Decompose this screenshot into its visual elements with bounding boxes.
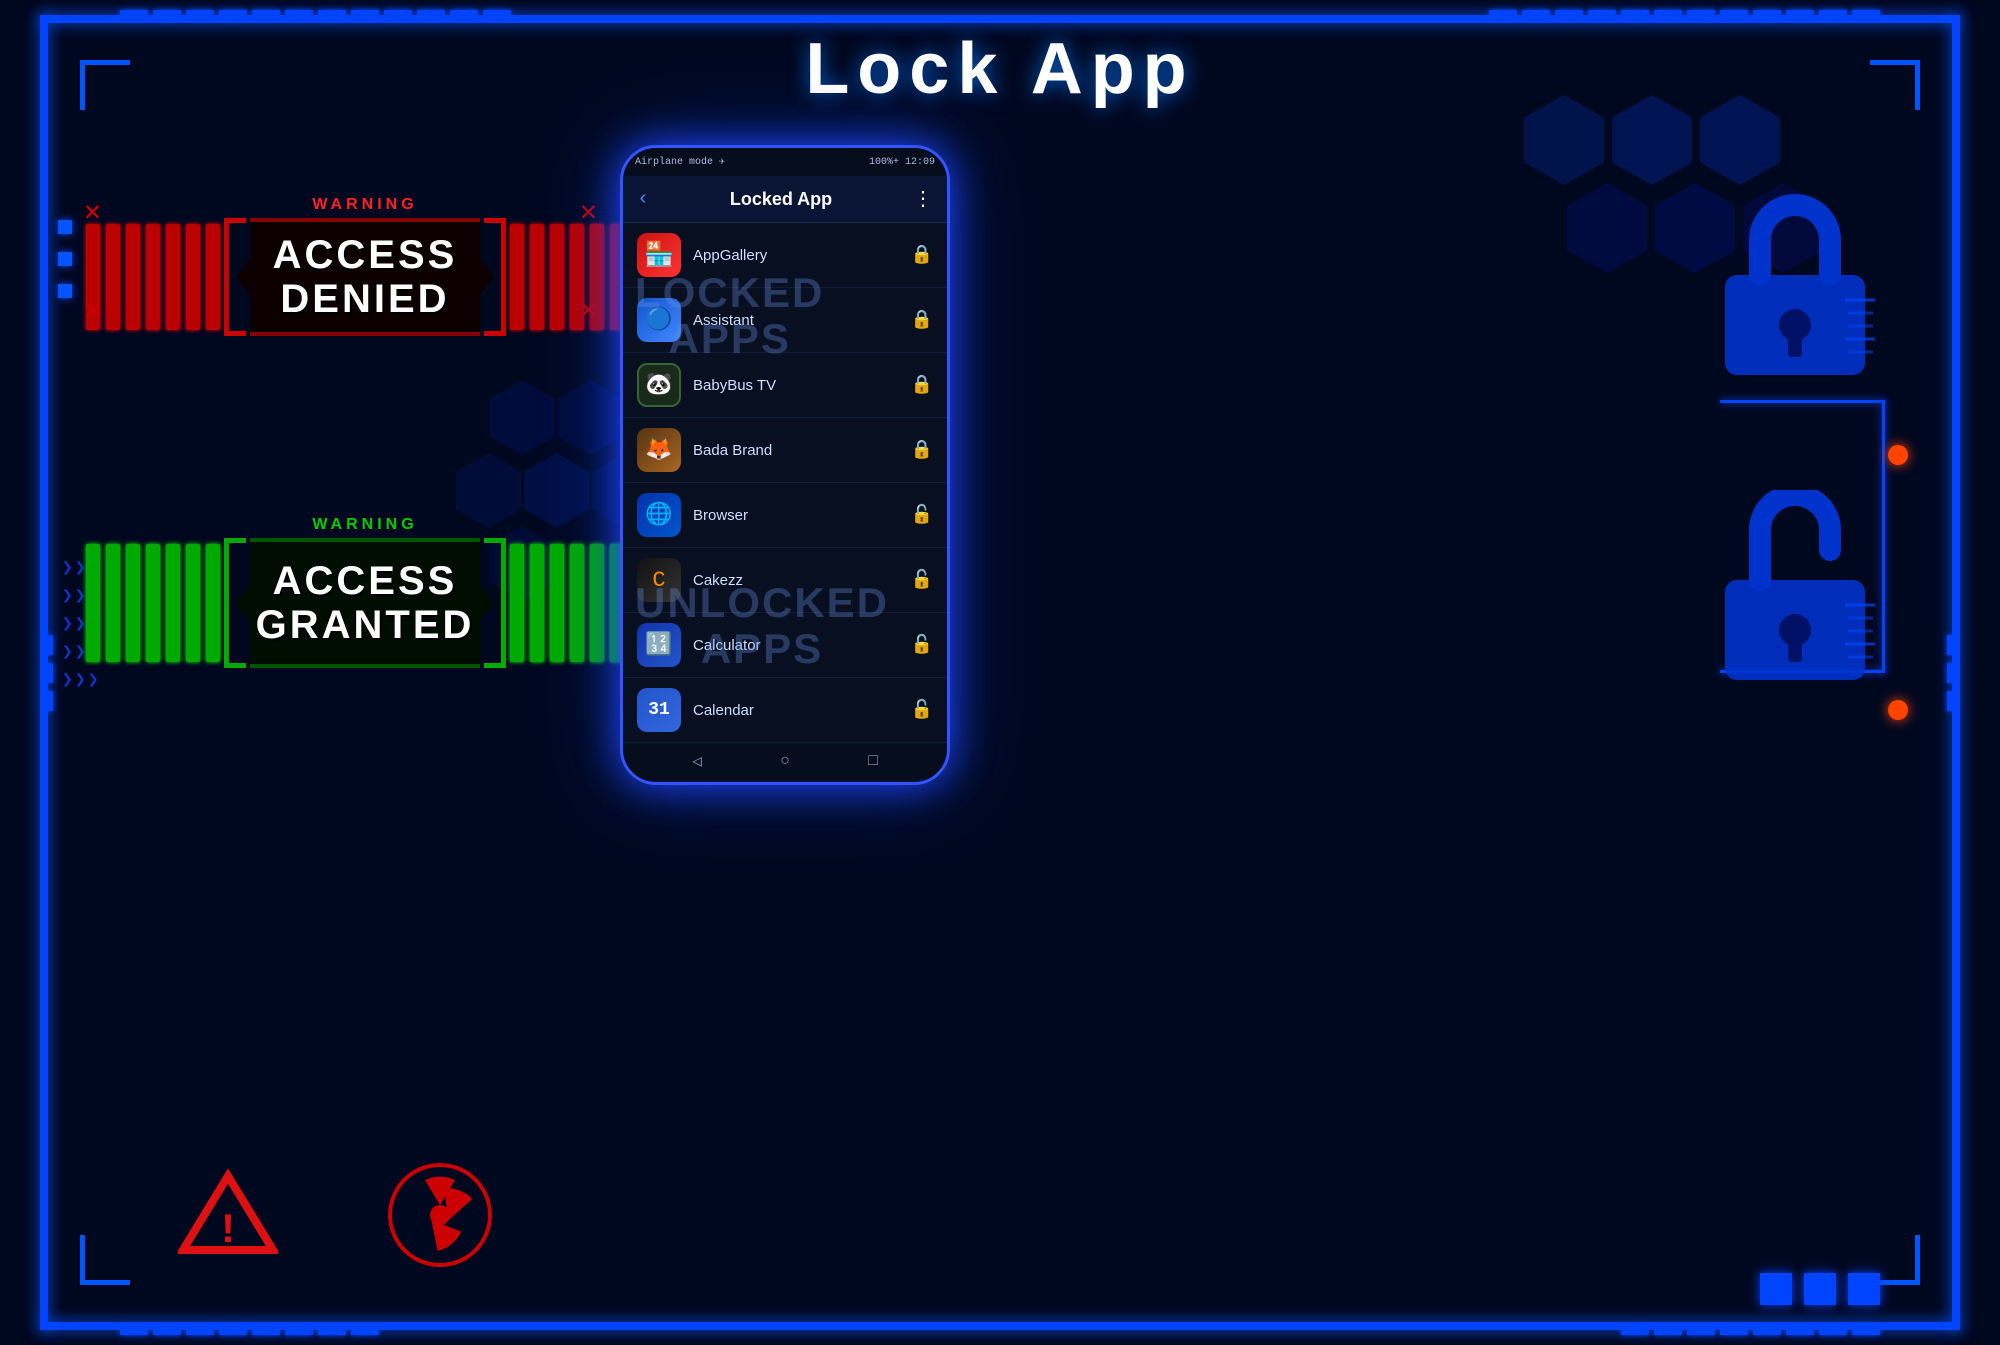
frame-notch-left [45, 635, 53, 711]
app-icon-appgallery: 🏪 [637, 233, 681, 277]
corner-bracket-bl [80, 1235, 130, 1285]
warning-label-granted: WARNING [86, 516, 644, 534]
app-icon-bada: 🦊 [637, 428, 681, 472]
nav-recent-button[interactable]: □ [868, 752, 878, 770]
menu-button[interactable]: ⋮ [913, 186, 933, 212]
frame-notch-right [1947, 635, 1955, 711]
granted-center-box: ACCESS GRANTED [250, 538, 480, 668]
access-denied-section: WARNING ACCESS DENIED [86, 196, 644, 336]
frame-dashes-bottom-left [120, 1327, 379, 1335]
app-name-browser: Browser [693, 507, 748, 524]
app-icon-assistant: 🔵 [637, 298, 681, 342]
frame-dashes-top-right [1489, 10, 1880, 18]
corner-bracket-tl [80, 60, 130, 110]
app-item-cakezz[interactable]: C Cakezz 🔓 [623, 548, 947, 613]
app-item-calendar[interactable]: 31 Calendar 🔓 [623, 678, 947, 743]
access-granted-text-line2: GRANTED [256, 603, 475, 647]
app-icon-babybus: 🐼 [637, 363, 681, 407]
frame-dashes-bottom-right [1621, 1327, 1880, 1335]
nav-back-button[interactable]: ◁ [692, 751, 702, 771]
bottom-indicator-dots [1760, 1273, 1880, 1305]
bottom-dot-2 [1804, 1273, 1836, 1305]
frame-dashes-top-left [120, 10, 511, 18]
app-name-assistant: Assistant [693, 312, 754, 329]
lock-icon-cakezz[interactable]: 🔓 [911, 569, 933, 591]
lock-icon-browser[interactable]: 🔓 [911, 504, 933, 526]
radiation-icon [385, 1160, 495, 1275]
back-button[interactable]: ‹ [637, 188, 649, 211]
denied-corner-tr: ✕ [580, 194, 597, 229]
svg-text:!: ! [215, 1207, 240, 1255]
phone-mockup: Airplane mode ✈ 100%+ 12:09 ‹ Locked App… [620, 145, 950, 785]
app-icon-browser: 🌐 [637, 493, 681, 537]
circuit-line-h1 [1720, 400, 1885, 403]
locked-app-title: Locked App [730, 189, 832, 210]
dot-indicator-bottom [1888, 700, 1908, 720]
big-lock-open [1705, 490, 1885, 695]
app-item-browser[interactable]: 🌐 Browser 🔓 [623, 483, 947, 548]
lock-icon-appgallery[interactable]: 🔒 [911, 244, 933, 266]
nav-home-button[interactable]: ○ [780, 752, 790, 770]
left-side-dots [58, 220, 72, 298]
big-lock-closed [1705, 185, 1885, 390]
warning-triangle-icon: ! [178, 1168, 278, 1263]
app-name-calendar: Calendar [693, 702, 754, 719]
status-right: 100%+ 12:09 [869, 157, 935, 168]
denied-corner-tl: ✕ [84, 194, 101, 229]
bottom-dot-3 [1848, 1273, 1880, 1305]
app-name-calculator: Calculator [693, 637, 761, 654]
app-name-bada: Bada Brand [693, 442, 772, 459]
status-battery-time: 100%+ 12:09 [869, 157, 935, 168]
denied-corner-bl: ✕ [84, 292, 101, 327]
warning-label-denied: WARNING [86, 196, 644, 214]
access-denied-text-line1: ACCESS [273, 233, 458, 277]
status-airplane: Airplane mode ✈ [635, 156, 725, 168]
lock-icon-calculator[interactable]: 🔓 [911, 634, 933, 656]
app-name-appgallery: AppGallery [693, 247, 767, 264]
app-item-bada[interactable]: 🦊 Bada Brand 🔒 [623, 418, 947, 483]
bottom-dot-1 [1760, 1273, 1792, 1305]
access-granted-text-line1: ACCESS [256, 559, 475, 603]
app-name-cakezz: Cakezz [693, 572, 743, 589]
access-granted-section: WARNING ACCESS GRANTED [86, 516, 644, 668]
lock-icon-babybus[interactable]: 🔒 [911, 374, 933, 396]
denied-corner-br: ✕ [580, 292, 597, 327]
phone-nav-bar: ◁ ○ □ [623, 743, 947, 779]
app-item-appgallery[interactable]: 🏪 AppGallery 🔒 [623, 223, 947, 288]
lock-icon-assistant[interactable]: 🔒 [911, 309, 933, 331]
phone-status-bar: Airplane mode ✈ 100%+ 12:09 [623, 148, 947, 176]
lock-icon-calendar[interactable]: 🔓 [911, 699, 933, 721]
app-item-assistant[interactable]: 🔵 Assistant 🔒 [623, 288, 947, 353]
app-list: 🏪 AppGallery 🔒 🔵 Assistant 🔒 🐼 BabyBus T… [623, 223, 947, 743]
app-name-babybus: BabyBus TV [693, 377, 776, 394]
app-item-babybus[interactable]: 🐼 BabyBus TV 🔒 [623, 353, 947, 418]
status-left: Airplane mode ✈ [635, 156, 725, 168]
phone-header: ‹ Locked App ⋮ [623, 176, 947, 223]
app-item-calculator[interactable]: 🔢 Calculator 🔓 [623, 613, 947, 678]
app-icon-cakezz: C [637, 558, 681, 602]
app-icon-calendar: 31 [637, 688, 681, 732]
denied-center-box: ACCESS DENIED [250, 218, 480, 336]
corner-bracket-tr [1870, 60, 1920, 110]
lock-icon-bada[interactable]: 🔒 [911, 439, 933, 461]
dot-indicator-top [1888, 445, 1908, 465]
access-denied-text-line2: DENIED [273, 277, 458, 321]
granted-stripes-left [86, 538, 220, 668]
page-title: Lock App [805, 28, 1194, 110]
app-icon-calculator: 🔢 [637, 623, 681, 667]
denied-stripes-left [86, 218, 220, 336]
